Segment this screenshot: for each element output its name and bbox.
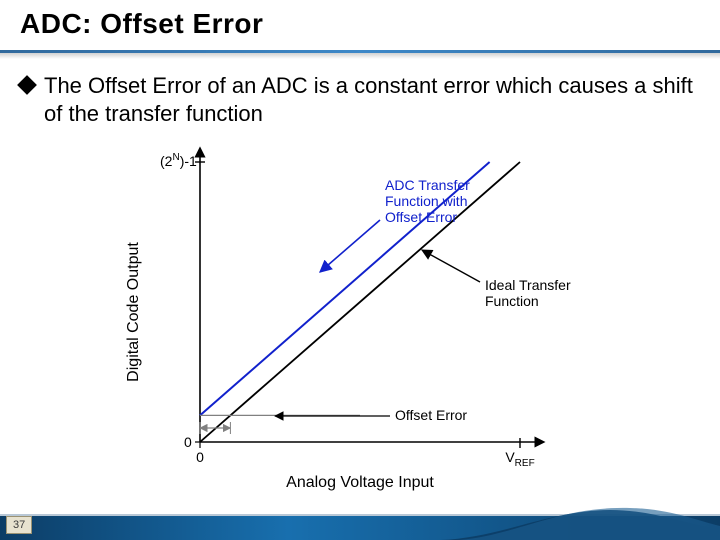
annotation-offset-error: Offset Error — [395, 407, 467, 423]
bullet-row: The Offset Error of an ADC is a constant… — [20, 72, 700, 128]
x-right-tick-label: VREF — [505, 449, 534, 469]
y-axis-label: Digital Code Output — [125, 242, 142, 382]
annotation-arrow-ideal — [422, 250, 480, 282]
diamond-bullet-icon — [17, 75, 37, 95]
annotation-offset-curve: ADC Transfer Function with Offset Error — [385, 177, 474, 225]
annotation-ideal: Ideal Transfer Function — [485, 277, 575, 309]
page-number: 37 — [6, 516, 32, 534]
ideal-transfer-line — [200, 162, 520, 442]
bullet-text: The Offset Error of an ADC is a constant… — [44, 72, 700, 128]
slide-body: The Offset Error of an ADC is a constant… — [20, 72, 700, 492]
footer-swoosh-icon — [440, 504, 720, 540]
x-left-tick-label: 0 — [196, 449, 204, 465]
y-top-tick-label: (2N)-1 — [160, 152, 197, 169]
x-axis-label: Analog Voltage Input — [286, 474, 434, 491]
y-bottom-tick-label: 0 — [184, 434, 192, 450]
annotation-arrow-offset-curve — [320, 220, 380, 272]
title-bar: ADC: Offset Error — [0, 0, 720, 56]
slide-title: ADC: Offset Error — [20, 8, 720, 40]
title-shadow — [0, 53, 720, 59]
footer-bar: 37 — [0, 504, 720, 540]
adc-offset-figure: Digital Code Output Analog Voltage Input… — [110, 142, 630, 492]
